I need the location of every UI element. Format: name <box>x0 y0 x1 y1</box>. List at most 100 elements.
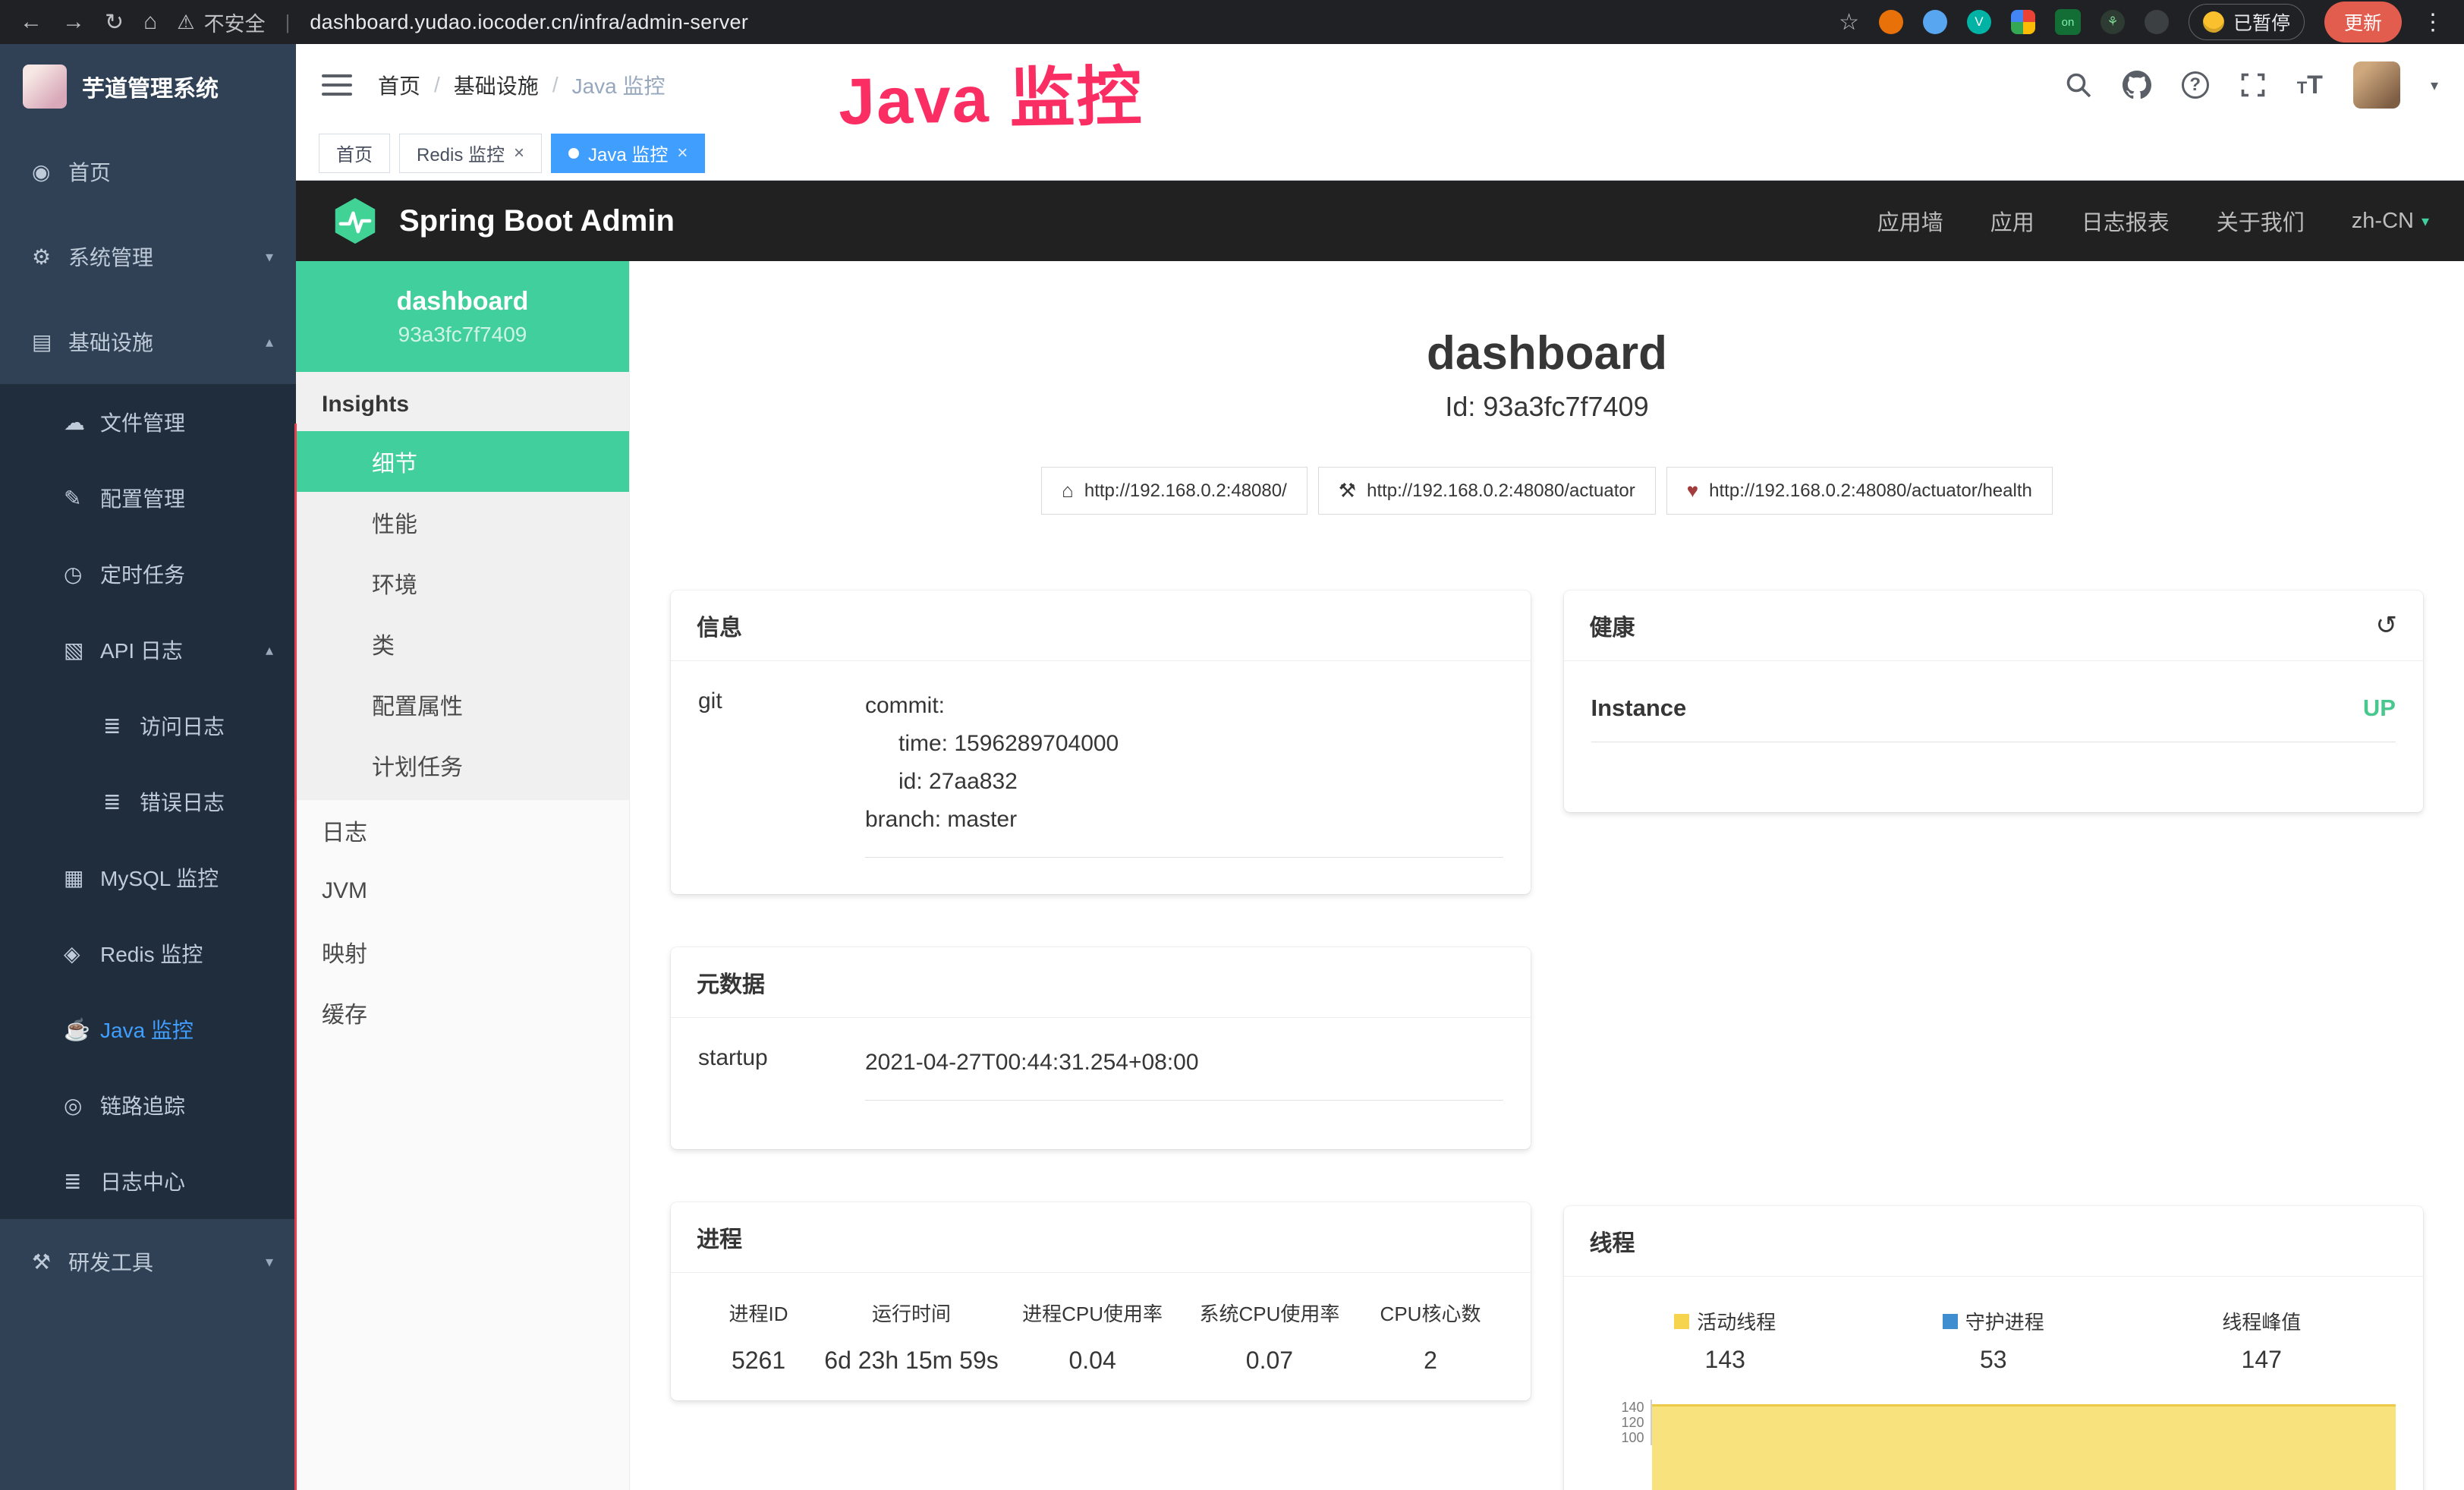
health-instance-row[interactable]: Instance UP <box>1591 695 2396 742</box>
actuator-url-link[interactable]: ⚒ http://192.168.0.2:48080/actuator <box>1318 467 1656 515</box>
sba-item-classes[interactable]: 类 <box>296 613 629 674</box>
home-icon: ⌂ <box>1062 479 1074 502</box>
sba-item-logs[interactable]: 日志 <box>296 800 629 861</box>
health-row-label: Instance <box>1591 695 1687 722</box>
help-icon[interactable]: ? <box>2182 71 2209 99</box>
cpu-cores: 2 <box>1358 1347 1503 1375</box>
sidebar-item-api-log[interactable]: ▧ API 日志 ▴ <box>0 612 296 688</box>
sidebar-item-infra[interactable]: ▤ 基础设施 ▴ <box>0 299 296 384</box>
nav-journal[interactable]: 日志报表 <box>2082 205 2170 237</box>
address-url[interactable]: dashboard.yudao.iocoder.cn/infra/admin-s… <box>310 11 748 34</box>
reload-icon[interactable]: ↻ <box>105 9 124 36</box>
user-avatar[interactable] <box>2353 61 2400 109</box>
nav-about[interactable]: 关于我们 <box>2217 205 2305 237</box>
service-url-link[interactable]: ⌂ http://192.168.0.2:48080/ <box>1041 467 1308 515</box>
back-icon[interactable]: ← <box>20 9 42 35</box>
chrome-update-button[interactable]: 更新 <box>2324 2 2402 43</box>
extension-grid-icon[interactable] <box>2011 10 2035 34</box>
close-icon[interactable]: × <box>514 143 524 164</box>
metadata-card-title: 元数据 <box>697 966 765 999</box>
breadcrumb-home[interactable]: 首页 <box>378 70 420 100</box>
sidebar-logo[interactable]: 芋道管理系统 <box>0 44 296 129</box>
main-column: 首页 / 基础设施 / Java 监控 ? TT <box>296 44 2464 1490</box>
infra-icon: ▤ <box>32 329 68 354</box>
instance-header: dashboard 93a3fc7f7409 <box>296 261 629 372</box>
home-icon[interactable]: ⌂ <box>143 9 157 35</box>
sidebar-item-redis[interactable]: ◈ Redis 监控 <box>0 915 296 991</box>
avatar-caret-icon[interactable]: ▾ <box>2431 76 2438 95</box>
process-id: 5261 <box>698 1347 819 1375</box>
hamburger-icon[interactable] <box>322 74 352 96</box>
sidebar-item-mysql[interactable]: ▦ MySQL 监控 <box>0 840 296 915</box>
forward-icon[interactable]: → <box>62 9 85 35</box>
extension-crab-icon[interactable] <box>1879 10 1903 34</box>
extension-drop-icon[interactable] <box>1923 10 1947 34</box>
nav-language-select[interactable]: zh-CN ▾ <box>2352 209 2429 234</box>
tab-home[interactable]: 首页 <box>319 134 390 173</box>
sidebar-item-tracing[interactable]: ◎ 链路追踪 <box>0 1067 296 1143</box>
sba-item-mappings[interactable]: 映射 <box>296 921 629 982</box>
admin-sidebar: 芋道管理系统 ◉ 首页 ⚙ 系统管理 ▾ ▤ 基础设施 ▴ ☁ 文件管理 <box>0 44 296 1490</box>
system-cpu: 0.07 <box>1181 1347 1358 1375</box>
sba-item-environment[interactable]: 环境 <box>296 553 629 613</box>
sidebar-item-home[interactable]: ◉ 首页 <box>0 129 296 214</box>
github-icon[interactable] <box>2123 71 2151 99</box>
infra-submenu: ☁ 文件管理 ✎ 配置管理 ◷ 定时任务 ▧ API 日志 ▴ ≣ <box>0 384 296 1219</box>
topbar: 首页 / 基础设施 / Java 监控 ? TT <box>296 44 2464 126</box>
legend-blue-swatch <box>1943 1314 1958 1329</box>
dashboard-icon: ◉ <box>32 159 68 184</box>
tab-java-monitor[interactable]: Java 监控 × <box>551 134 705 173</box>
sidebar-item-java-monitor[interactable]: ☕ Java 监控 <box>0 991 296 1067</box>
history-icon[interactable]: ↺ <box>2376 610 2398 641</box>
nav-applications[interactable]: 应用 <box>1990 205 2034 237</box>
extension-vue-icon[interactable]: V <box>1967 10 1991 34</box>
sidebar-item-job[interactable]: ◷ 定时任务 <box>0 536 296 612</box>
threads-chart: 140 120 100 <box>1591 1400 2396 1490</box>
fullscreen-icon[interactable] <box>2239 71 2267 99</box>
info-value: commit: time: 1596289704000 id: 27aa832 … <box>865 687 1503 858</box>
chevron-up-icon: ▴ <box>266 641 273 660</box>
process-table-headers: 进程ID 运行时间 进程CPU使用率 系统CPU使用率 CPU核心数 <box>698 1299 1503 1327</box>
warning-icon: ⚠ <box>177 11 194 34</box>
insights-section-label: Insights <box>296 372 629 431</box>
font-size-icon[interactable]: TT <box>2297 71 2323 100</box>
process-card-title: 进程 <box>697 1221 742 1254</box>
sba-item-details[interactable]: 细节 <box>296 431 629 492</box>
sba-sidebar: dashboard 93a3fc7f7409 Insights 细节 性能 环境… <box>296 261 630 1490</box>
paused-badge[interactable]: 已暂停 <box>2189 4 2305 40</box>
sidebar-item-access-log[interactable]: ≣ 访问日志 <box>0 688 296 764</box>
divider: | <box>285 11 291 34</box>
cards-grid: 信息 git commit: time: 1596289704000 id: 2 <box>630 515 2464 1490</box>
target-icon: ◎ <box>64 1093 100 1118</box>
sba-header: Spring Boot Admin 应用墙 应用 日志报表 关于我们 zh-CN… <box>296 181 2464 261</box>
sidebar-item-error-log[interactable]: ≣ 错误日志 <box>0 764 296 840</box>
sidebar-item-system[interactable]: ⚙ 系统管理 ▾ <box>0 214 296 299</box>
active-dot <box>568 148 579 159</box>
search-icon[interactable] <box>2065 71 2092 99</box>
browser-menu-icon[interactable]: ⋮ <box>2422 9 2444 36</box>
bookmark-star-icon[interactable]: ☆ <box>1839 9 1859 36</box>
sidebar-item-file[interactable]: ☁ 文件管理 <box>0 384 296 460</box>
sba-item-caches[interactable]: 缓存 <box>296 982 629 1043</box>
wrench-icon: ⚒ <box>1339 479 1356 502</box>
tools-icon: ⚒ <box>32 1249 68 1274</box>
sba-item-scheduled-tasks[interactable]: 计划任务 <box>296 735 629 795</box>
extension-leaf-icon[interactable]: ⚘ <box>2101 10 2125 34</box>
tab-redis-monitor[interactable]: Redis 监控 × <box>399 134 542 173</box>
close-icon[interactable]: × <box>677 143 688 164</box>
sba-item-jvm[interactable]: JVM <box>296 861 629 921</box>
security-warning[interactable]: ⚠ 不安全 <box>177 8 265 37</box>
health-url-link[interactable]: ♥ http://192.168.0.2:48080/actuator/heal… <box>1666 467 2053 515</box>
legend-peak-threads: 线程峰值 147 <box>2128 1307 2396 1374</box>
redis-icon: ◈ <box>64 941 100 966</box>
threads-card-title: 线程 <box>1590 1224 1635 1258</box>
breadcrumb-infra[interactable]: 基础设施 <box>454 70 539 100</box>
extension-on-icon[interactable]: on <box>2055 9 2081 35</box>
sidebar-item-config[interactable]: ✎ 配置管理 <box>0 460 296 536</box>
nav-wallboard[interactable]: 应用墙 <box>1877 205 1943 237</box>
sba-item-metrics[interactable]: 性能 <box>296 492 629 553</box>
extension-puzzle-icon[interactable] <box>2145 10 2169 34</box>
sidebar-item-log-center[interactable]: ≣ 日志中心 <box>0 1143 296 1219</box>
sba-item-config-props[interactable]: 配置属性 <box>296 674 629 735</box>
sidebar-item-devtools[interactable]: ⚒ 研发工具 ▾ <box>0 1219 296 1304</box>
